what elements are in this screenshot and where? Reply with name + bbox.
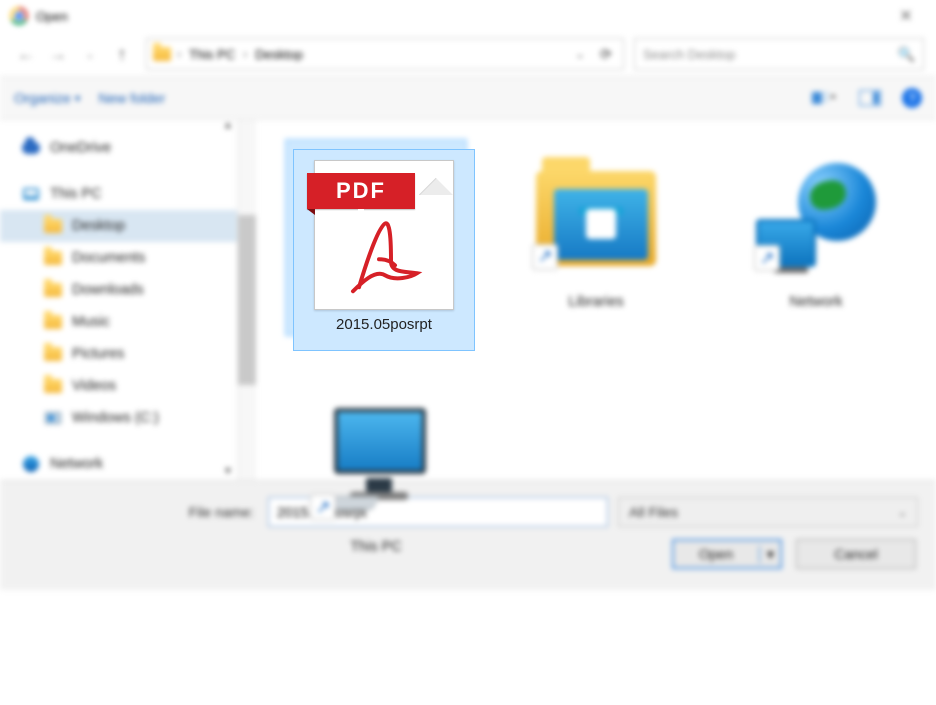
cancel-button[interactable]: Cancel [796,539,916,569]
network-large-icon: ↗ [756,148,876,288]
disk-icon [44,409,62,427]
breadcrumb[interactable]: › This PC › Desktop ⌄ ⟳ [146,38,624,70]
open-button-split-icon[interactable]: ▾ [759,546,781,563]
onedrive-icon [22,139,40,157]
file-label: This PC [350,539,402,555]
chevron-down-icon: ▾ [75,92,81,105]
close-icon[interactable]: ✕ [886,6,926,26]
folder-icon [44,217,62,235]
shortcut-arrow-icon: ↗ [310,494,336,520]
scroll-down-icon[interactable]: ▼ [221,466,235,480]
pdf-file-icon: PDF [314,160,454,310]
sidebar-item-onedrive[interactable]: OneDrive [0,132,237,164]
scroll-up-icon[interactable]: ▲ [221,120,235,134]
filetype-value: All Files [629,504,678,520]
nav-row: ← → ⌄ ↑ › This PC › Desktop ⌄ ⟳ Search D… [0,32,936,76]
sidebar-item-videos[interactable]: Videos [0,370,237,402]
open-button-label: Open [673,546,759,562]
folder-icon [44,345,62,363]
libraries-icon: ↗ [536,148,656,288]
organize-menu[interactable]: Organize ▾ [14,90,80,106]
sidebar-item-label: Pictures [72,346,124,362]
chevron-down-icon: ⌄ [898,506,907,519]
nav-back-icon[interactable]: ← [12,40,40,68]
search-placeholder: Search Desktop [643,47,736,62]
new-folder-button[interactable]: New folder [98,90,165,106]
folder-icon [44,281,62,299]
chevron-right-icon: › [243,47,247,61]
sidebar-item-label: Desktop [72,218,125,234]
shortcut-arrow-icon: ↗ [754,245,780,271]
file-label: Network [789,294,842,310]
sidebar-item-label: This PC [50,186,102,202]
view-options-icon[interactable] [810,88,838,108]
sidebar-item-network[interactable]: Network [0,448,237,480]
sidebar-item-downloads[interactable]: Downloads [0,274,237,306]
sidebar-splitter[interactable] [238,120,256,480]
sidebar-item-music[interactable]: Music [0,306,237,338]
refresh-icon[interactable]: ⟳ [595,46,617,63]
sidebar-item-label: Videos [72,378,116,394]
sidebar-item-thispc[interactable]: This PC [0,178,237,210]
help-icon[interactable]: ? [902,88,922,108]
chrome-icon [10,7,28,25]
filetype-select[interactable]: All Files ⌄ [618,497,918,527]
sidebar-item-pictures[interactable]: Pictures [0,338,237,370]
file-tile-thispc[interactable]: ↗ This PC [286,385,466,580]
folder-icon [44,377,62,395]
sidebar-item-desktop[interactable]: Desktop [0,210,237,242]
nav-up-icon[interactable]: ↑ [108,40,136,68]
filename-label: File name: [18,504,258,520]
scrollbar-thumb[interactable] [238,215,256,385]
pc-icon [22,185,40,203]
sidebar-item-label: OneDrive [50,140,111,156]
folder-icon [44,313,62,331]
sidebar-item-label: Downloads [72,282,144,298]
pdf-badge-icon: PDF [307,173,415,209]
sidebar-item-label: Documents [72,250,145,266]
sidebar: ▲ OneDrive This PC Desktop Documents Dow… [0,120,238,480]
file-label: Libraries [568,294,624,310]
search-input[interactable]: Search Desktop 🔍 [634,38,924,70]
nav-recent-dropdown-icon[interactable]: ⌄ [76,40,104,68]
folder-icon [44,249,62,267]
bottom-panel: File name: All Files ⌄ Open ▾ Cancel [0,480,936,590]
thispc-large-icon: ↗ [316,393,436,533]
shortcut-arrow-icon: ↗ [532,244,558,270]
window-title: Open [36,9,68,24]
titlebar: Open ✕ [0,0,936,32]
network-icon [22,455,40,473]
chevron-right-icon: › [177,47,181,61]
acrobat-logo-icon [341,217,427,295]
sidebar-item-label: Music [72,314,110,330]
file-tile-pdf-focused[interactable]: PDF 2015.05posrpt [294,150,474,350]
organize-label: Organize [14,90,71,106]
sidebar-item-documents[interactable]: Documents [0,242,237,274]
search-icon: 🔍 [898,46,915,63]
sidebar-item-label: Network [50,456,103,472]
sidebar-item-label: Windows (C:) [72,410,159,426]
breadcrumb-item[interactable]: Desktop [253,47,305,62]
open-button[interactable]: Open ▾ [672,539,782,569]
file-tile-network[interactable]: ↗ Network [726,140,906,335]
file-tile-libraries[interactable]: ↗ Libraries [506,140,686,335]
sidebar-item-windows-c[interactable]: Windows (C:) [0,402,237,434]
nav-forward-icon[interactable]: → [44,40,72,68]
breadcrumb-item[interactable]: This PC [187,47,237,62]
file-label: 2015.05posrpt [336,316,432,333]
breadcrumb-dropdown-icon[interactable]: ⌄ [571,47,589,61]
breadcrumb-folder-icon [153,45,171,63]
preview-pane-icon[interactable] [856,88,884,108]
toolbar: Organize ▾ New folder ? [0,76,936,120]
